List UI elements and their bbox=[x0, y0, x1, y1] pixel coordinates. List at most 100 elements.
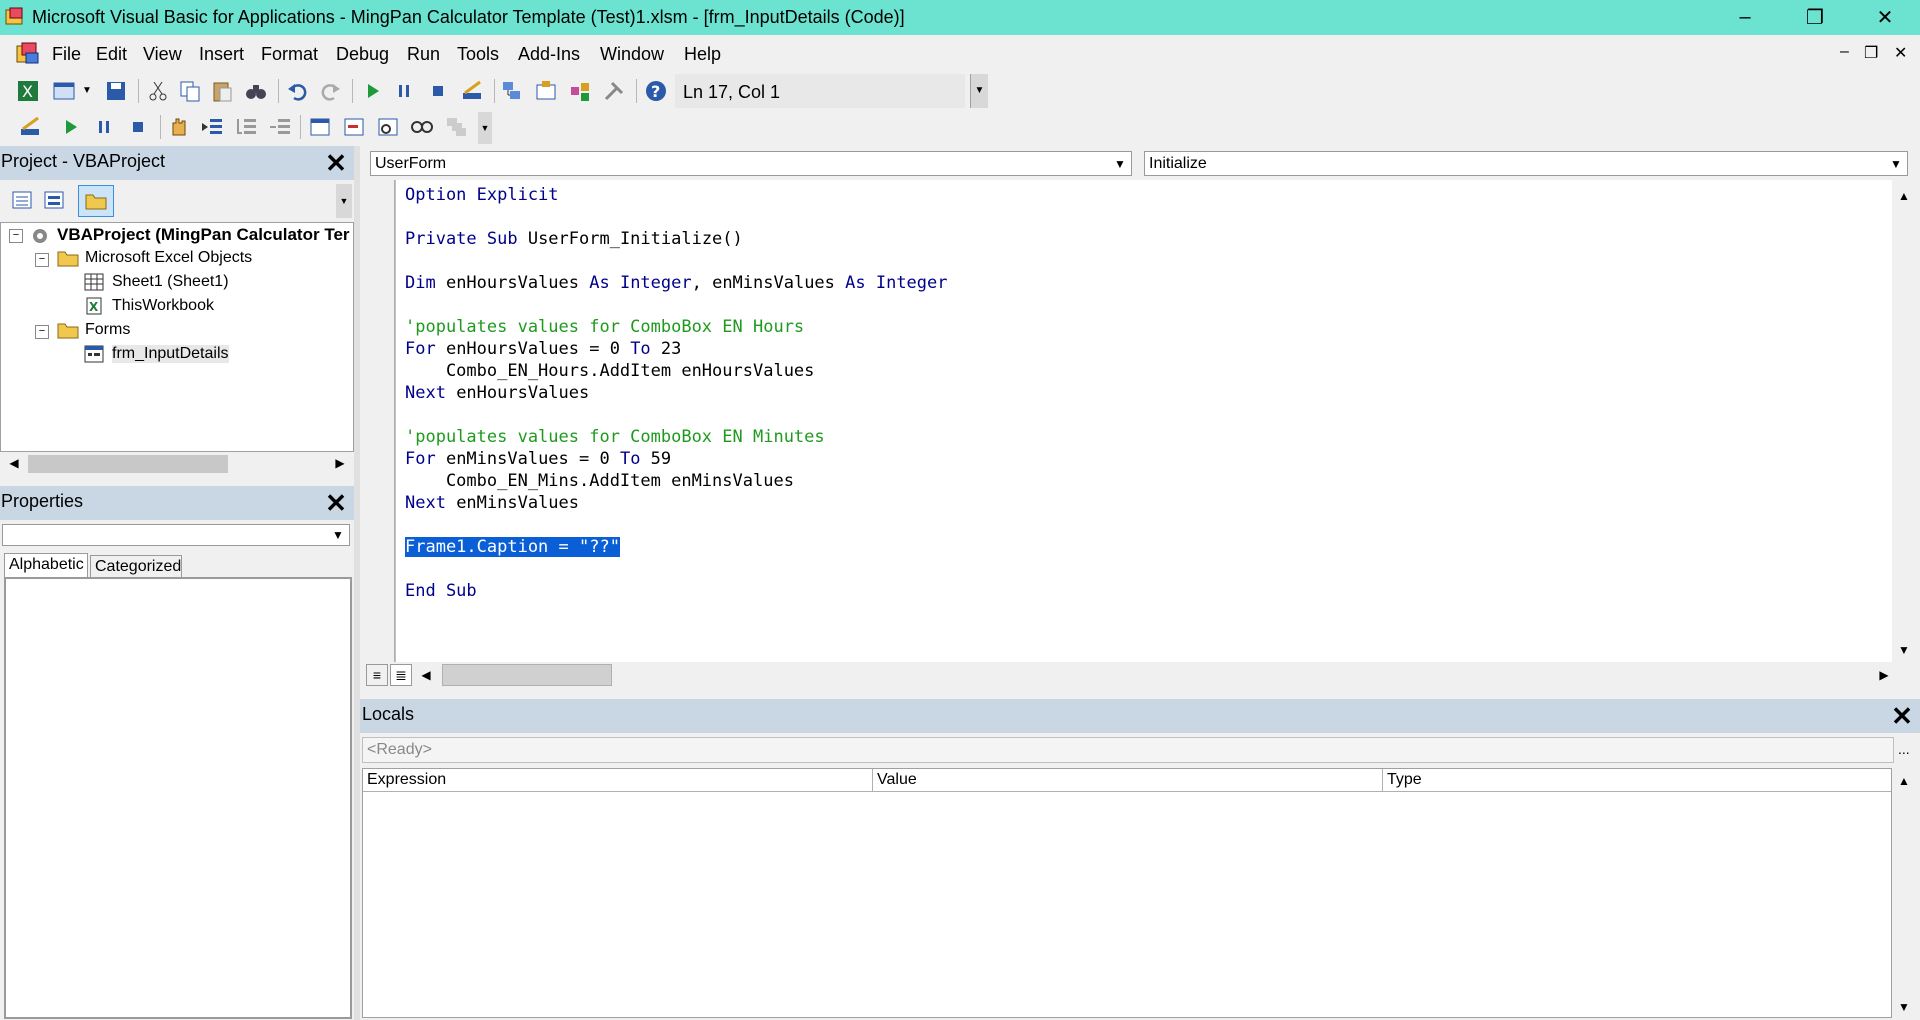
procedure-combo[interactable]: Initialize ▼ bbox=[1144, 151, 1908, 176]
scroll-down-icon[interactable]: ▼ bbox=[1894, 1000, 1914, 1014]
copy-icon[interactable] bbox=[178, 79, 202, 103]
column-type[interactable]: Type bbox=[1383, 769, 1891, 791]
code-line[interactable]: Option Explicit bbox=[405, 184, 559, 206]
menu-tools[interactable]: Tools bbox=[457, 44, 499, 65]
procedure-combo-chevron-icon[interactable]: ▼ bbox=[1885, 152, 1907, 175]
project-explorer-close-icon[interactable]: ✕ bbox=[322, 149, 350, 177]
view-code-icon[interactable] bbox=[10, 188, 34, 212]
insert-userform-icon[interactable] bbox=[52, 79, 76, 103]
code-line[interactable]: 'populates values for ComboBox EN Minute… bbox=[405, 426, 825, 448]
tree-collapse-icon[interactable]: − bbox=[35, 325, 49, 339]
procedure-view-icon[interactable]: ≡ bbox=[366, 664, 388, 686]
menu-run[interactable]: Run bbox=[407, 44, 440, 65]
menu-insert[interactable]: Insert bbox=[199, 44, 244, 65]
quick-watch-icon[interactable] bbox=[410, 115, 434, 139]
step-out-icon[interactable] bbox=[268, 115, 292, 139]
locals-window-icon[interactable] bbox=[308, 115, 332, 139]
immediate-window-icon[interactable] bbox=[342, 115, 366, 139]
project-toolbar-overflow-chevron-icon[interactable]: ▼ bbox=[336, 184, 352, 218]
scroll-up-icon[interactable]: ▲ bbox=[1894, 774, 1914, 788]
scroll-right-icon[interactable]: ▶ bbox=[1874, 668, 1894, 682]
properties-object-select[interactable]: ▼ bbox=[2, 524, 350, 546]
tree-item-frm-inputdetails[interactable]: frm_InputDetails bbox=[112, 345, 229, 363]
run-icon[interactable] bbox=[360, 79, 384, 103]
code-vscrollbar[interactable]: ▲ ▼ bbox=[1892, 180, 1916, 662]
redo-icon[interactable] bbox=[318, 79, 342, 103]
code-line[interactable]: End Sub bbox=[405, 580, 477, 602]
object-browser-icon[interactable] bbox=[568, 79, 592, 103]
scroll-down-icon[interactable]: ▼ bbox=[1894, 643, 1914, 657]
tree-item-excel-objects[interactable]: Microsoft Excel Objects bbox=[85, 249, 252, 267]
column-value[interactable]: Value bbox=[873, 769, 1383, 791]
code-line[interactable]: Dim enHoursValues As Integer, enMinsValu… bbox=[405, 272, 948, 294]
code-hscroll-thumb[interactable] bbox=[442, 664, 612, 686]
code-line[interactable]: Next enHoursValues bbox=[405, 382, 589, 404]
tree-item-sheet1[interactable]: Sheet1 (Sheet1) bbox=[112, 273, 229, 291]
scroll-thumb[interactable] bbox=[28, 455, 228, 473]
code-line[interactable]: Private Sub UserForm_Initialize() bbox=[405, 228, 743, 250]
code-line[interactable]: For enHoursValues = 0 To 23 bbox=[405, 338, 681, 360]
object-combo[interactable]: UserForm ▼ bbox=[370, 151, 1132, 176]
tree-collapse-icon[interactable]: − bbox=[35, 253, 49, 267]
scroll-left-icon[interactable]: ◀ bbox=[416, 668, 436, 682]
insert-dropdown-chevron-icon[interactable]: ▼ bbox=[82, 85, 92, 96]
reset-icon[interactable] bbox=[426, 79, 450, 103]
tab-alphabetic[interactable]: Alphabetic bbox=[4, 553, 88, 577]
properties-window-icon[interactable] bbox=[534, 79, 558, 103]
code-line[interactable]: Next enMinsValues bbox=[405, 492, 579, 514]
tree-item-thisworkbook[interactable]: ThisWorkbook bbox=[112, 297, 214, 315]
locals-vscrollbar[interactable]: ▲ ▼ bbox=[1892, 768, 1916, 1018]
paste-icon[interactable] bbox=[210, 79, 234, 103]
project-explorer-icon[interactable] bbox=[500, 79, 524, 103]
toggle-breakpoint-icon[interactable] bbox=[166, 115, 190, 139]
cut-icon[interactable] bbox=[146, 79, 170, 103]
watch-window-icon[interactable] bbox=[376, 115, 400, 139]
properties-select-chevron-icon[interactable]: ▼ bbox=[327, 525, 349, 545]
code-margin-indicator-bar[interactable] bbox=[362, 180, 395, 662]
step-into-icon[interactable] bbox=[200, 115, 224, 139]
full-module-view-icon[interactable]: ≣ bbox=[390, 664, 412, 686]
close-button[interactable]: ✕ bbox=[1850, 0, 1920, 35]
code-editor[interactable] bbox=[395, 180, 1892, 662]
find-icon[interactable] bbox=[244, 79, 268, 103]
code-line[interactable]: Combo_EN_Mins.AddItem enMinsValues bbox=[405, 470, 794, 492]
tree-item-vbaproject[interactable]: VBAProject (MingPan Calculator Ter bbox=[57, 225, 350, 245]
mdi-minimize-button[interactable]: – bbox=[1840, 43, 1849, 61]
excel-icon[interactable]: X bbox=[16, 79, 40, 103]
tree-item-forms[interactable]: Forms bbox=[85, 321, 130, 339]
menu-file[interactable]: File bbox=[52, 44, 81, 65]
break-icon[interactable] bbox=[92, 115, 116, 139]
toolbox-icon[interactable] bbox=[602, 79, 626, 103]
code-line[interactable]: Combo_EN_Hours.AddItem enHoursValues bbox=[405, 360, 814, 382]
menu-view[interactable]: View bbox=[143, 44, 182, 65]
tab-categorized[interactable]: Categorized bbox=[90, 555, 182, 577]
design-mode-icon[interactable] bbox=[18, 115, 42, 139]
run-icon[interactable] bbox=[58, 115, 82, 139]
object-combo-chevron-icon[interactable]: ▼ bbox=[1109, 152, 1131, 175]
code-line[interactable]: 'populates values for ComboBox EN Hours bbox=[405, 316, 804, 338]
minimize-button[interactable]: – bbox=[1710, 0, 1780, 35]
save-icon[interactable] bbox=[104, 79, 128, 103]
project-hscrollbar[interactable]: ◀ ▶ bbox=[0, 452, 354, 476]
toggle-folders-button[interactable] bbox=[78, 185, 114, 217]
debug-toolbar-overflow-chevron-icon[interactable]: ▼ bbox=[478, 112, 492, 144]
code-line[interactable]: For enMinsValues = 0 To 59 bbox=[405, 448, 671, 470]
tree-collapse-icon[interactable]: − bbox=[9, 229, 23, 243]
break-icon[interactable] bbox=[392, 79, 416, 103]
code-line[interactable]: Frame1.Caption = "??" bbox=[405, 536, 620, 558]
column-expression[interactable]: Expression bbox=[363, 769, 873, 791]
call-stack-icon[interactable] bbox=[444, 115, 468, 139]
restore-button[interactable]: ❐ bbox=[1780, 0, 1850, 35]
scroll-up-icon[interactable]: ▲ bbox=[1894, 189, 1914, 203]
toolbar-overflow-chevron-icon[interactable]: ▼ bbox=[970, 74, 988, 108]
call-stack-ellipsis-button[interactable]: ... bbox=[1898, 741, 1910, 757]
menu-format[interactable]: Format bbox=[261, 44, 318, 65]
menu-edit[interactable]: Edit bbox=[96, 44, 127, 65]
help-icon[interactable]: ? bbox=[644, 79, 668, 103]
view-object-icon[interactable] bbox=[42, 188, 66, 212]
reset-icon[interactable] bbox=[126, 115, 150, 139]
locals-close-icon[interactable]: ✕ bbox=[1888, 702, 1916, 730]
undo-icon[interactable] bbox=[286, 79, 310, 103]
menu-addins[interactable]: Add-Ins bbox=[518, 44, 580, 65]
scroll-left-icon[interactable]: ◀ bbox=[4, 456, 24, 470]
